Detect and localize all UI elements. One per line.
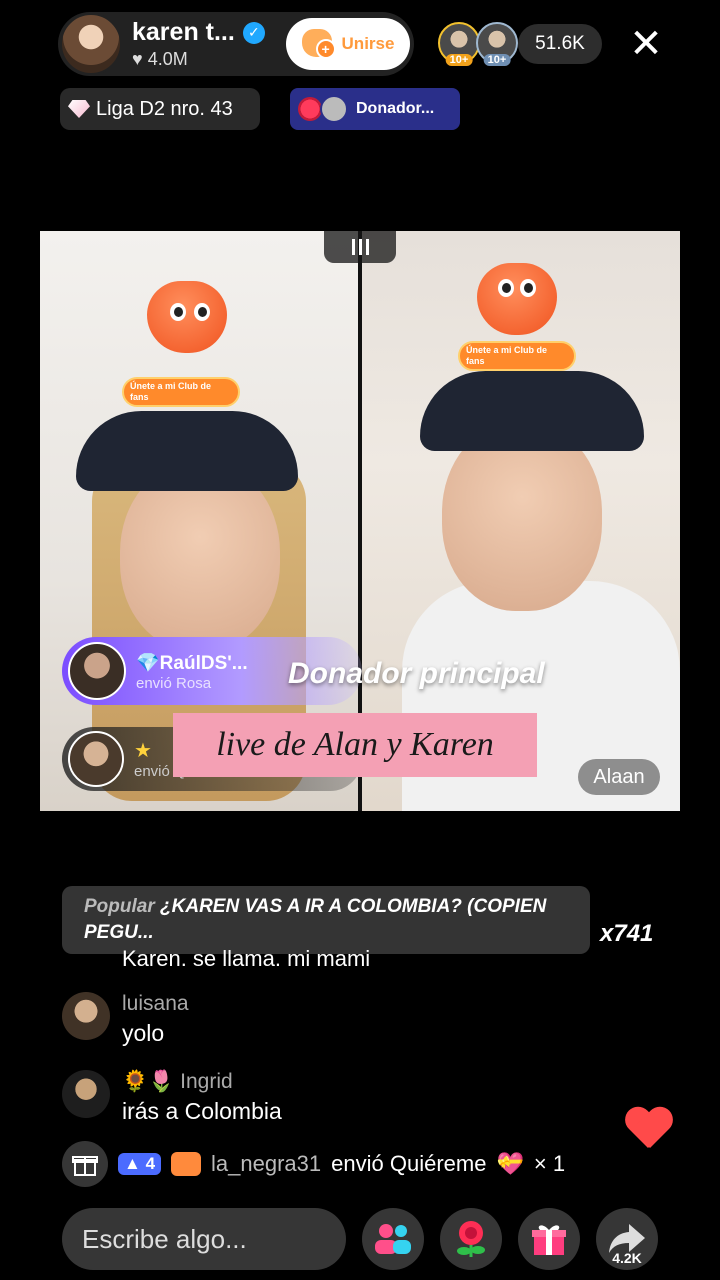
verified-icon: ✓ [242,21,265,44]
gift-icon [532,1225,566,1255]
rose-icon [298,97,322,121]
fan-club-sticker[interactable]: Únete a mi Club de fans [458,341,576,371]
fan-club-mascot[interactable] [462,253,572,343]
host-name: karen t... [132,18,235,46]
heart-gift-icon: 💝 [496,1151,524,1176]
gifter-avatar [68,731,124,787]
split-handle[interactable] [324,231,396,263]
gift-sender-name[interactable]: la_negra31 [211,1151,321,1177]
gift-action: envió Rosa [136,674,212,692]
commenter-name[interactable]: luisana [122,992,189,1016]
user-level-value: 4 [145,1154,156,1173]
viewer-count[interactable]: 51.6K [518,24,602,64]
host-likes: 4.0M [147,49,188,69]
diamond-icon: 💎 [136,652,160,674]
live-video-area[interactable]: Únete a mi Club de fans Únete a mi Club … [40,231,680,811]
rose-gift-button[interactable] [440,1208,502,1270]
guest-name-tag[interactable]: Alaan [578,759,660,795]
top-viewers[interactable]: 10+ 10+ [438,22,518,66]
guests-button[interactable] [362,1208,424,1270]
gifter-avatar [68,642,126,700]
caption-overlay: live de Alan y Karen [173,713,537,777]
heart-small-icon: ♥ [132,49,143,69]
comment-item[interactable]: 🌻🌷 Ingrid irás a Colombia [62,1070,282,1125]
fan-club-heart-icon: + [301,29,336,59]
viewer-level-badge: 10+ [445,54,473,66]
share-button[interactable]: 4.2K [596,1208,658,1270]
league-label: Liga D2 nro. 43 [96,97,233,120]
league-badge[interactable]: Liga D2 nro. 43 [60,88,260,130]
comment-text: Karen. se llama. mi mami [122,946,371,968]
join-label: Unirse [341,34,395,53]
rose-icon [457,1221,485,1257]
join-fan-club-button[interactable]: + Unirse [286,18,410,70]
top-viewer-avatar[interactable]: 10+ [438,22,480,66]
commenter-avatar[interactable] [62,1070,110,1118]
gift-box-icon[interactable] [62,1141,108,1187]
comment-text: yolo [122,1020,165,1046]
comment-input-placeholder: Escribe algo... [82,1223,247,1254]
share-count: 4.2K [612,1250,642,1266]
gifter-name: RaúlDS'... [159,652,248,674]
host-avatar[interactable] [60,13,122,75]
gift-bar-action: envió Quiéreme [331,1151,487,1176]
fan-club-mascot[interactable] [132,271,242,361]
tulip-icon: 🌷 [148,1070,175,1093]
comment-text: irás a Colombia [122,1098,282,1124]
commenter-name[interactable]: Ingrid [180,1070,233,1093]
comment-input[interactable]: Escribe algo... [62,1208,346,1270]
donor-avatar [320,95,348,123]
user-level-badge: ▲ 4 [118,1153,162,1175]
fan-badge-icon [171,1152,202,1176]
guest-cap [420,371,644,451]
comment-item[interactable]: Karen. se llama. mi mami [62,944,662,968]
top-viewer-avatar[interactable]: 10+ [476,22,518,66]
fan-club-sticker[interactable]: Únete a mi Club de fans [122,377,240,407]
gift-bar-count: × 1 [533,1151,566,1176]
donor-chip-label: Donador... [356,100,435,117]
host-info-capsule[interactable]: karen t... ✓ ♥ 4.0M + Unirse [58,12,414,76]
viewer-level-badge: 10+ [483,54,511,66]
people-icon [375,1224,411,1254]
top-donor-chip[interactable]: Donador... [290,88,460,130]
comment-item[interactable]: luisana yolo [62,992,189,1047]
gift-button[interactable] [518,1208,580,1270]
pinned-tag: Popular [84,896,155,917]
sunflower-icon: 🌻 [122,1070,149,1093]
gift-announcement-bar[interactable]: ▲ 4 la_negra31 envió Quiéreme 💝 × 1 [62,1140,662,1188]
top-donor-label: Donador principal [288,657,545,690]
diamond-icon [68,100,90,118]
close-icon[interactable]: ✕ [628,24,664,64]
commenter-avatar[interactable] [62,992,110,1040]
host-cap [76,411,298,491]
